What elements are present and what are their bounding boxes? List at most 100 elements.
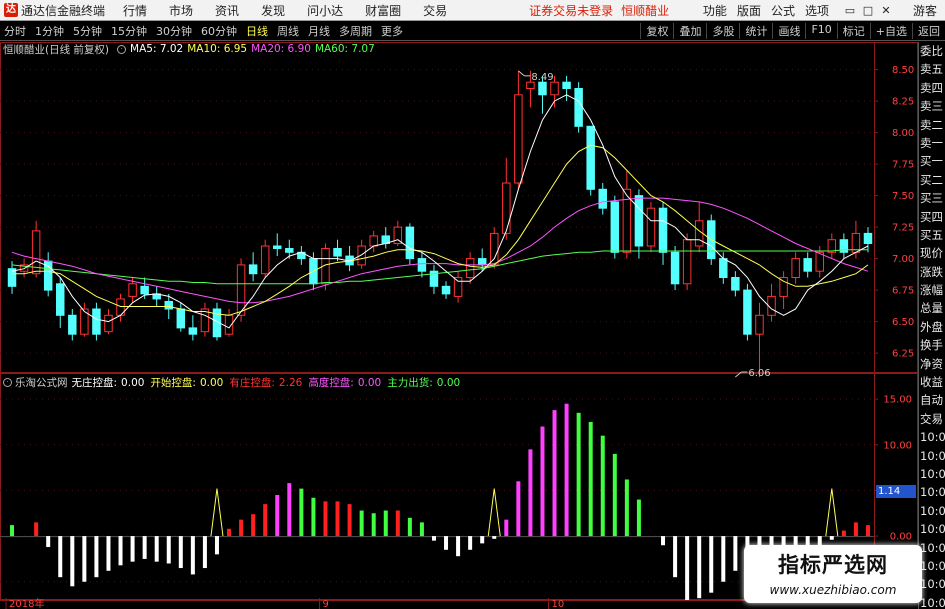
indicator-legend-label: 有庄控盘: (229, 376, 275, 389)
candle-body (357, 245, 366, 266)
annotation-label: 8.49 (531, 72, 553, 83)
sidebar-item[interactable]: 10:04 (919, 465, 945, 483)
sidebar-item[interactable]: 10:04 (919, 428, 945, 446)
sidebar-item[interactable]: 10:04 (919, 502, 945, 520)
sidebar-item[interactable]: 卖四 (919, 79, 945, 97)
indicator-bar (673, 536, 678, 578)
price-tick-label: 7.00 (892, 254, 914, 265)
start-control-signal (210, 488, 224, 537)
date-label: 10 (552, 599, 565, 609)
sidebar-item[interactable]: 卖五 (919, 60, 945, 78)
price-tick-label: 7.50 (892, 191, 914, 202)
indicator-bar (456, 536, 461, 557)
sidebar-item[interactable]: 净资 (919, 355, 945, 373)
candle-body (658, 207, 668, 253)
sidebar-item[interactable]: 外盘 (919, 318, 945, 336)
sidebar-item[interactable]: 10:04 (919, 557, 945, 575)
sidebar-item[interactable]: 收益 (919, 373, 945, 391)
candle-body (369, 235, 378, 247)
sidebar-item[interactable]: 10:04 (919, 594, 945, 609)
main-chart-legend: 恒顺醋业(日线 前复权) · MA5: 7.02 MA10: 6.95 MA20: … (0, 42, 375, 56)
candle-body (731, 277, 740, 291)
sidebar-item[interactable]: 交易 (919, 410, 945, 428)
indicator-bar (287, 483, 292, 537)
sidebar-item[interactable]: 换手 (919, 336, 945, 354)
candle-body (863, 232, 873, 244)
candle-body (417, 258, 427, 272)
sidebar-item[interactable]: 总量 (919, 299, 945, 317)
indicator-bar (600, 435, 605, 537)
indicator-bar (661, 536, 666, 546)
indicator-legend-label: 开始控盘: (150, 376, 196, 389)
annotation-label: 6.06 (748, 368, 770, 379)
candle-body (490, 232, 499, 266)
candle-body (634, 195, 644, 247)
sidebar-item[interactable]: 10:04 (919, 539, 945, 557)
quote-sidebar: 委比 卖五 卖四 卖三 卖二 卖一 买一 买二 买三 买四 买五 现价 涨跌 涨幅 总量 外盘 换手 净资 收益 自动… (918, 42, 945, 609)
candle-body (56, 283, 65, 316)
sidebar-item[interactable]: 买二 (919, 171, 945, 189)
candle-body (598, 188, 607, 209)
sidebar-item[interactable]: 涨幅 (919, 281, 945, 299)
candle-body (682, 239, 692, 285)
candle-body (670, 251, 680, 285)
indicator-bar (504, 519, 509, 537)
indicator-bar (564, 403, 569, 537)
indicator-bar (46, 536, 51, 548)
indicator-bar (227, 528, 232, 537)
sidebar-item[interactable]: 涨跌 (919, 263, 945, 281)
candle-body (502, 182, 511, 234)
sidebar-item[interactable]: 自动 (919, 391, 945, 409)
date-label: 9 (322, 599, 328, 609)
sidebar-item[interactable]: 10:04 (919, 447, 945, 465)
indicator-bar (697, 536, 702, 599)
sidebar-item[interactable]: 买五 (919, 226, 945, 244)
indicator-values: 无庄控盘: 0.00 开始控盘: 0.00 有庄控盘: 2.26 高度控盘: 0.00 主力出货… (72, 375, 467, 390)
indicator-bar (82, 536, 87, 582)
sidebar-item[interactable]: 卖一 (919, 134, 945, 152)
price-tick-label: 6.75 (892, 286, 914, 297)
sidebar-item[interactable]: 买一 (919, 152, 945, 170)
indicator-bar (106, 536, 111, 571)
indicator-settings-icon[interactable]: · (3, 377, 12, 387)
indicator-bar (444, 536, 449, 550)
current-indicator-value: 1.14 (876, 485, 916, 498)
indicator-bar (612, 453, 617, 537)
indicator-legend-value: 0.00 (436, 376, 461, 389)
candle-body (477, 258, 487, 266)
indicator-bar (323, 501, 328, 537)
sidebar-item[interactable]: 10:04 (919, 520, 945, 538)
indicator-bar (311, 497, 316, 537)
sidebar-item[interactable]: 10:04 (919, 483, 945, 501)
candle-body (791, 258, 800, 279)
kline-chart[interactable]: 8.50 8.25 8.00 7.75 7.50 7.25 7.00 6.75 6.50 6.25… (0, 0, 918, 609)
sidebar-item[interactable]: 现价 (919, 244, 945, 262)
ma20-line (11, 197, 869, 304)
sidebar-item[interactable]: 10:04 (919, 575, 945, 593)
indicator-bar (130, 536, 135, 562)
indicator-bar (251, 514, 256, 537)
candle-body (550, 81, 559, 96)
candle-body (779, 277, 788, 297)
sidebar-item[interactable]: 卖三 (919, 97, 945, 115)
indicator-bar (853, 522, 858, 537)
indicator-bar (829, 536, 834, 540)
candle-body (610, 201, 620, 253)
price-tick-label: 8.25 (892, 97, 914, 108)
candle-body (248, 264, 258, 275)
indicator-bar (34, 522, 39, 537)
settings-dot-icon[interactable]: · (117, 44, 127, 54)
indicator-bar (721, 536, 726, 582)
sidebar-item[interactable]: 卖二 (919, 116, 945, 134)
candle-body (465, 258, 475, 279)
sidebar-item[interactable]: 买四 (919, 208, 945, 226)
indicator-bar (58, 536, 63, 578)
candle-body (68, 314, 77, 335)
candle-body (755, 314, 764, 335)
sidebar-item[interactable]: 委比 (919, 42, 945, 60)
sidebar-item[interactable]: 买三 (919, 189, 945, 207)
price-tick-label: 8.00 (892, 128, 914, 139)
indicator-bar (166, 536, 171, 564)
indicator-bar (576, 412, 581, 537)
price-tick-label: 7.75 (892, 160, 914, 171)
